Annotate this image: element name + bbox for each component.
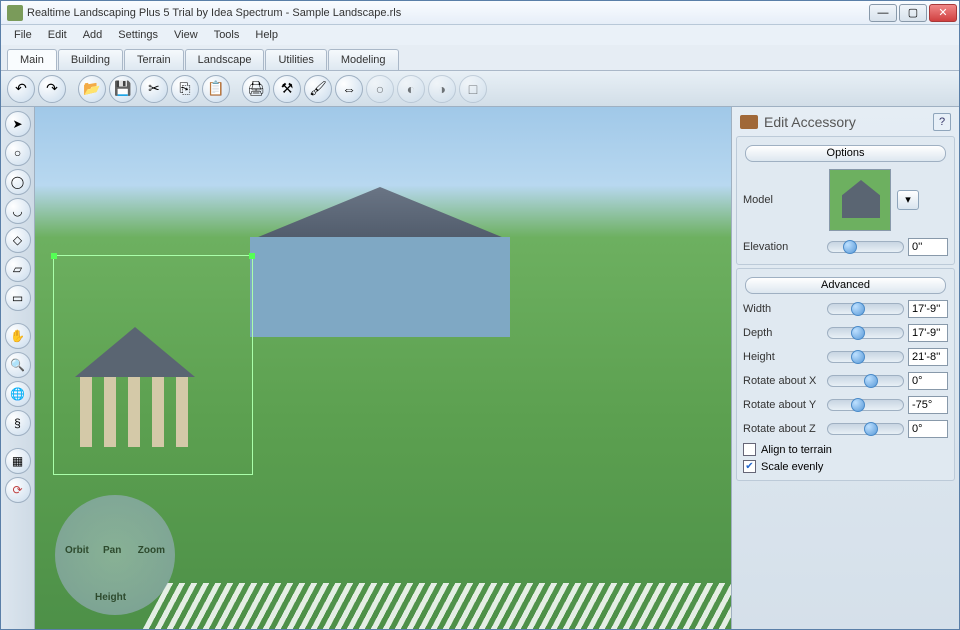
menu-add[interactable]: Add	[76, 27, 110, 43]
advanced-group-title: Advanced	[745, 277, 946, 294]
align-terrain-checkbox[interactable]	[743, 443, 756, 456]
elevation-value[interactable]: 0''	[908, 238, 948, 256]
tool-disabled-4: □	[459, 75, 487, 103]
panel-help-button[interactable]: ?	[933, 113, 951, 131]
menu-file[interactable]: File	[7, 27, 39, 43]
menu-tools[interactable]: Tools	[207, 27, 247, 43]
tab-utilities[interactable]: Utilities	[265, 49, 326, 70]
model-label: Model	[743, 194, 823, 206]
rotx-label: Rotate about X	[743, 375, 823, 387]
rotz-slider[interactable]	[827, 423, 904, 435]
panel-title: Edit Accessory	[764, 114, 927, 130]
depth-label: Depth	[743, 327, 823, 339]
scene-house	[235, 187, 525, 337]
maximize-button[interactable]: ▢	[899, 4, 927, 22]
selection-bounds[interactable]	[53, 255, 253, 475]
model-dropdown-button[interactable]: ▾	[897, 190, 919, 210]
tab-row: Main Building Terrain Landscape Utilitie…	[1, 45, 959, 71]
cut-button[interactable]: ✂	[140, 75, 168, 103]
menu-settings[interactable]: Settings	[111, 27, 165, 43]
tab-terrain[interactable]: Terrain	[124, 49, 184, 70]
rotx-value[interactable]: 0°	[908, 372, 948, 390]
depth-value[interactable]: 17'-9''	[908, 324, 948, 342]
nav-orbit[interactable]: Orbit	[65, 545, 89, 556]
shape-tool-2[interactable]: ▱	[5, 256, 31, 282]
menu-view[interactable]: View	[167, 27, 205, 43]
print-button[interactable]: 🖨	[242, 75, 270, 103]
tab-building[interactable]: Building	[58, 49, 123, 70]
mirror-icon[interactable]: ⇔	[335, 75, 363, 103]
height-value[interactable]: 21'-8''	[908, 348, 948, 366]
grid-tool[interactable]: ▦	[5, 448, 31, 474]
depth-slider[interactable]	[827, 327, 904, 339]
tab-modeling[interactable]: Modeling	[328, 49, 399, 70]
redo-button[interactable]: ↷	[38, 75, 66, 103]
rotz-label: Rotate about Z	[743, 423, 823, 435]
main-toolbar: ↶ ↷ 📂 💾 ✂ ⎘ 📋 🖨 ⚒ 🖌 ⇔ ○ ◐ ◑ □	[1, 71, 959, 107]
height-label: Height	[743, 351, 823, 363]
left-toolbar: ➤ ○ ◯ ◡ ◇ ▱ ▭ ✋ 🔍 🌐 § ▦ ⟳	[1, 107, 35, 629]
ellipse-tool[interactable]: ◯	[5, 169, 31, 195]
circle-tool[interactable]: ○	[5, 140, 31, 166]
panel-icon	[740, 115, 758, 129]
window-title: Realtime Landscaping Plus 5 Trial by Ide…	[27, 7, 869, 19]
tool-disabled-3: ◑	[428, 75, 456, 103]
app-icon	[7, 5, 23, 21]
roty-value[interactable]: -75°	[908, 396, 948, 414]
scale-evenly-checkbox[interactable]: ✔	[743, 460, 756, 473]
width-value[interactable]: 17'-9''	[908, 300, 948, 318]
menu-edit[interactable]: Edit	[41, 27, 74, 43]
close-button[interactable]: ✕	[929, 4, 957, 22]
viewport-3d[interactable]: Orbit Zoom Pan Height	[35, 107, 731, 629]
rotx-slider[interactable]	[827, 375, 904, 387]
title-bar: Realtime Landscaping Plus 5 Trial by Ide…	[1, 1, 959, 25]
refresh-tool[interactable]: ⟳	[5, 477, 31, 503]
open-button[interactable]: 📂	[78, 75, 106, 103]
brush-icon[interactable]: 🖌	[304, 75, 332, 103]
nav-height[interactable]: Height	[95, 592, 126, 603]
minimize-button[interactable]: —	[869, 4, 897, 22]
menu-bar: File Edit Add Settings View Tools Help	[1, 25, 959, 45]
width-slider[interactable]	[827, 303, 904, 315]
shape-tool-3[interactable]: ▭	[5, 285, 31, 311]
zoom-tool[interactable]: 🔍	[5, 352, 31, 378]
snake-tool[interactable]: §	[5, 410, 31, 436]
copy-button[interactable]: ⎘	[171, 75, 199, 103]
roty-label: Rotate about Y	[743, 399, 823, 411]
save-button[interactable]: 💾	[109, 75, 137, 103]
nav-pan[interactable]: Pan	[103, 545, 121, 556]
tool-disabled-1: ○	[366, 75, 394, 103]
property-panel: Edit Accessory ? Options Model ▾ Elevati…	[731, 107, 959, 629]
scale-evenly-label: Scale evenly	[761, 461, 823, 473]
roty-slider[interactable]	[827, 399, 904, 411]
pan-tool[interactable]: ✋	[5, 323, 31, 349]
paste-button[interactable]: 📋	[202, 75, 230, 103]
options-group-title: Options	[745, 145, 946, 162]
model-thumbnail[interactable]	[829, 169, 891, 231]
nav-zoom[interactable]: Zoom	[138, 545, 165, 556]
scene-fence	[143, 583, 731, 629]
orbit-tool[interactable]: 🌐	[5, 381, 31, 407]
tool-disabled-2: ◐	[397, 75, 425, 103]
elevation-label: Elevation	[743, 241, 823, 253]
tab-main[interactable]: Main	[7, 49, 57, 70]
rotz-value[interactable]: 0°	[908, 420, 948, 438]
select-tool[interactable]: ➤	[5, 111, 31, 137]
elevation-slider[interactable]	[827, 241, 904, 253]
width-label: Width	[743, 303, 823, 315]
hammer-icon[interactable]: ⚒	[273, 75, 301, 103]
tab-landscape[interactable]: Landscape	[185, 49, 265, 70]
undo-button[interactable]: ↶	[7, 75, 35, 103]
height-slider[interactable]	[827, 351, 904, 363]
menu-help[interactable]: Help	[248, 27, 285, 43]
shape-tool-1[interactable]: ◇	[5, 227, 31, 253]
nav-wheel[interactable]: Orbit Zoom Pan Height	[55, 495, 175, 615]
align-terrain-label: Align to terrain	[761, 444, 832, 456]
arc-tool[interactable]: ◡	[5, 198, 31, 224]
